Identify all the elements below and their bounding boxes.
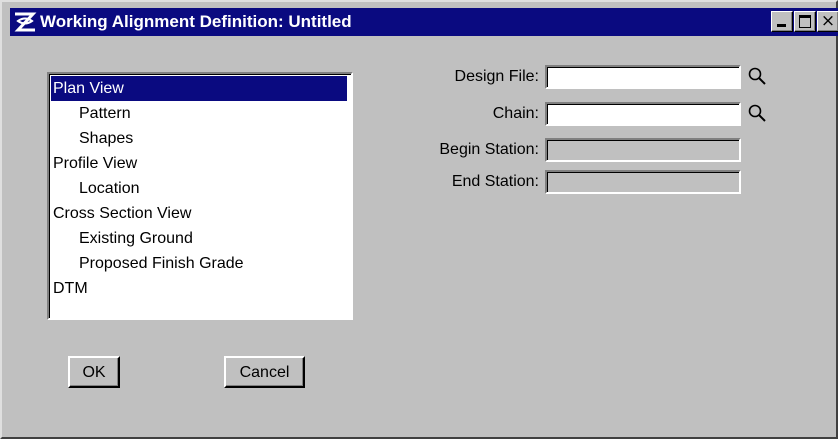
end-station-label: End Station: — [451, 173, 539, 190]
end-station-input — [545, 170, 741, 194]
list-item[interactable]: Existing Ground — [51, 226, 347, 251]
close-icon[interactable]: × — [817, 11, 838, 32]
list-item[interactable]: Cross Section View — [51, 201, 347, 226]
dialog-window: Working Alignment Definition: Untitled ×… — [0, 0, 838, 439]
design-file-label: Design File: — [454, 68, 539, 85]
begin-station-row: Begin Station: — [399, 138, 741, 162]
cancel-button[interactable]: Cancel — [224, 356, 305, 388]
title-bar[interactable]: Working Alignment Definition: Untitled × — [10, 8, 838, 36]
design-file-row: Design File: — [399, 65, 769, 89]
ok-button[interactable]: OK — [68, 356, 120, 388]
window-title: Working Alignment Definition: Untitled — [40, 12, 352, 31]
window-controls: × — [771, 11, 838, 32]
list-item[interactable]: Proposed Finish Grade — [51, 251, 347, 276]
chain-row: Chain: — [399, 102, 769, 126]
list-item[interactable]: Profile View — [51, 151, 347, 176]
list-item[interactable]: Pattern — [51, 101, 347, 126]
list-item[interactable]: Plan View — [51, 76, 347, 101]
chain-input[interactable] — [545, 102, 741, 126]
maximize-icon[interactable] — [794, 11, 816, 32]
view-listbox[interactable]: Plan View Pattern Shapes Profile View Locati… — [47, 72, 353, 320]
design-file-input[interactable] — [545, 65, 741, 89]
minimize-icon[interactable] — [771, 11, 793, 32]
begin-station-label: Begin Station: — [439, 141, 539, 158]
list-item[interactable]: DTM — [51, 276, 347, 301]
list-item[interactable]: Shapes — [51, 126, 347, 151]
list-item[interactable]: Location — [51, 176, 347, 201]
magnifier-icon[interactable] — [747, 66, 769, 88]
chain-label: Chain: — [492, 105, 539, 122]
end-station-row: End Station: — [399, 170, 741, 194]
begin-station-input — [545, 138, 741, 162]
app-icon — [14, 12, 37, 32]
magnifier-icon[interactable] — [747, 103, 769, 125]
